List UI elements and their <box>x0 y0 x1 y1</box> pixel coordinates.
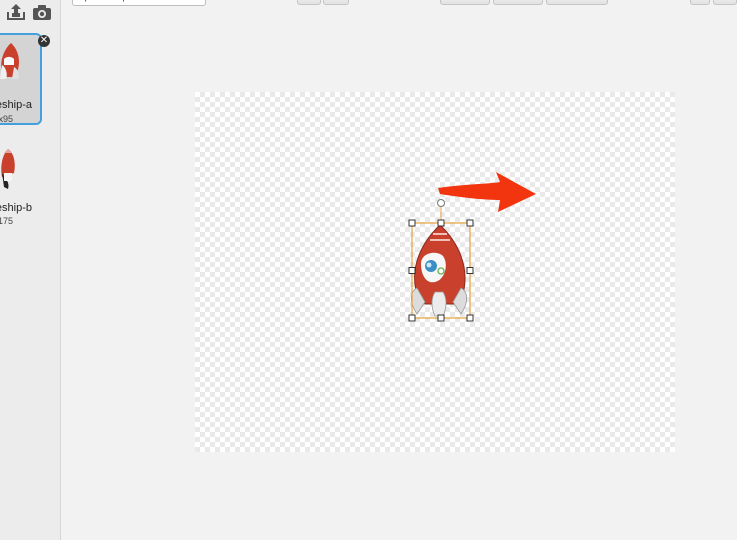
flip-icon[interactable] <box>713 0 737 5</box>
costume-name: ceship-a <box>0 99 32 111</box>
costume-size: 6x175 <box>0 216 13 226</box>
rocket-thumbnail-icon <box>0 43 20 79</box>
undo-button[interactable] <box>323 0 349 5</box>
camera-icon[interactable] <box>32 3 52 21</box>
selected-sprite[interactable] <box>195 92 675 452</box>
costume-item-1[interactable]: ceship-a 8x95 <box>0 33 42 125</box>
costume-sidebar: ceship-a 8x95 ✕ eship-b 6x175 <box>0 0 61 540</box>
costume-item-2[interactable]: eship-b 6x175 <box>0 139 42 231</box>
rocket-thumbnail-icon <box>1 149 15 189</box>
clear-button[interactable] <box>440 0 490 5</box>
annotation-arrow-icon <box>438 172 536 212</box>
add-button[interactable] <box>493 0 543 5</box>
redo-button[interactable] <box>297 0 321 5</box>
center-handle[interactable] <box>437 267 445 275</box>
add-icon[interactable]: + <box>690 0 710 5</box>
costume-name-input[interactable] <box>72 0 206 6</box>
costume-name: eship-b <box>0 202 32 214</box>
delete-costume-icon[interactable]: ✕ <box>38 35 50 47</box>
upload-icon[interactable] <box>6 3 26 21</box>
costume-size: 8x95 <box>0 114 13 124</box>
import-button[interactable] <box>546 0 608 5</box>
